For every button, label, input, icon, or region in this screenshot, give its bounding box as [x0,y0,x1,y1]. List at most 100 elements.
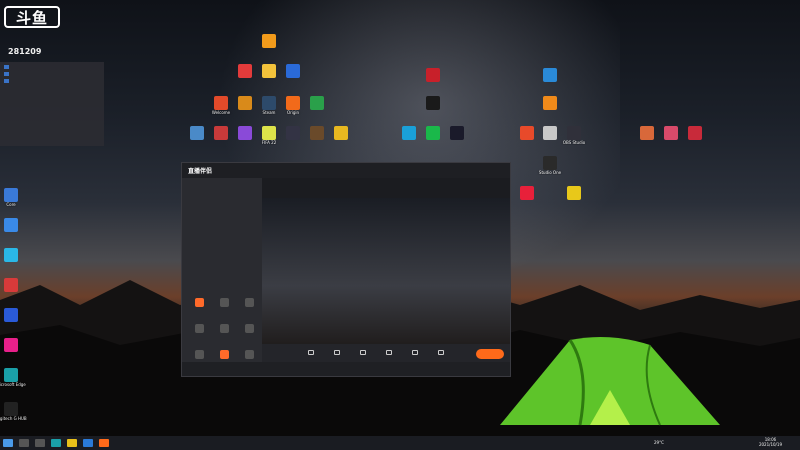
tool-icon [194,298,204,307]
tool-button[interactable] [213,324,235,333]
tool-icon [244,298,254,307]
control-icon [360,350,366,355]
app-icon [262,64,276,78]
desktop-icon[interactable] [0,248,28,262]
desktop-icon-label: Studio One [538,170,562,175]
desktop-icon[interactable] [557,186,591,200]
panel-row[interactable] [4,78,100,83]
control-button[interactable] [432,350,450,356]
explorer-icon[interactable] [67,439,77,447]
desktop-icon[interactable]: Studio One [533,156,567,175]
tool-button[interactable] [213,350,235,359]
app-taskbar-icon[interactable] [99,439,109,447]
desktop-icon[interactable] [440,126,474,140]
tool-icon [194,350,204,359]
app-icon [4,338,18,352]
stream-preview[interactable] [262,198,510,358]
search-icon[interactable] [19,439,29,447]
tool-button[interactable] [188,298,210,307]
app-icon [640,126,654,140]
app-left-panel [182,178,262,362]
desktop-icon[interactable] [0,278,28,292]
taskbar-clock[interactable]: 18:06 2021/10/19 [759,437,782,447]
desktop-icon[interactable] [252,34,286,48]
control-bar [262,344,510,362]
desktop-icon[interactable] [0,308,28,322]
control-button[interactable] [354,350,372,356]
store-icon[interactable] [83,439,93,447]
tool-icon [219,324,229,333]
tool-button[interactable] [188,324,210,333]
taskbar [0,436,800,450]
task-view-icon[interactable] [35,439,45,447]
start-icon[interactable] [3,439,13,447]
app-icon [262,96,276,110]
tool-icon [244,324,254,333]
control-icon [308,350,314,355]
app-icon [450,126,464,140]
app-icon [426,126,440,140]
tool-icon [194,324,204,333]
control-button[interactable] [380,350,398,356]
tool-button[interactable] [238,350,260,359]
tool-icon [244,350,254,359]
tool-button[interactable] [188,350,210,359]
app-icon [334,126,348,140]
desktop-icon-label: Microsoft Edge [0,382,26,387]
app-icon [543,96,557,110]
app-status-bar [182,362,510,376]
desktop-icon[interactable]: Logitech G HUB [0,402,28,421]
tool-button[interactable] [238,324,260,333]
app-icon [262,34,276,48]
row-badge-icon [4,79,9,83]
clock-date: 2021/10/19 [758,442,782,447]
app-icon [214,126,228,140]
control-button[interactable] [328,350,346,356]
app-icon [426,96,440,110]
app-titlebar[interactable]: 直播伴侣 [182,163,510,178]
desktop-icon[interactable] [0,218,28,232]
desktop-icon[interactable] [533,68,567,82]
notification-panel [0,62,104,146]
app-icon [567,126,581,140]
desktop-icon[interactable]: Microsoft Edge [0,368,28,387]
desktop-icon[interactable] [678,126,712,140]
desktop-icon[interactable] [324,126,358,140]
room-number: 281209 [8,47,42,56]
desktop-icon[interactable] [510,186,544,200]
douyu-watermark-logo: 斗鱼 [4,6,60,28]
livestream-app-window: 直播伴侣 [181,162,511,377]
desktop-icon[interactable] [0,338,28,352]
app-icon [520,186,534,200]
desktop-icon[interactable] [416,96,450,110]
desktop-icon[interactable]: Core [0,188,28,207]
weather-widget[interactable]: 29°C [654,440,664,445]
desktop-icon[interactable] [300,96,334,110]
edge-icon[interactable] [51,439,61,447]
app-icon [664,126,678,140]
desktop-icon-label: FIFA 22 [261,140,277,145]
panel-row[interactable] [4,71,100,76]
app-icon [4,188,18,202]
app-icon [310,126,324,140]
control-button[interactable] [406,350,424,356]
app-icon [286,126,300,140]
tool-button[interactable] [213,298,235,307]
control-icon [334,350,340,355]
start-stream-button[interactable] [476,349,504,359]
desktop-icon[interactable]: OBS Studio [557,126,591,145]
tool-icon [219,350,229,359]
app-icon [4,308,18,322]
control-button[interactable] [302,350,320,356]
desktop-icon[interactable] [533,96,567,110]
app-icon [214,96,228,110]
app-icon [4,248,18,262]
app-icon [426,68,440,82]
panel-row[interactable] [4,64,100,69]
app-main-area [262,178,510,362]
tool-button[interactable] [238,298,260,307]
desktop-icon[interactable] [276,64,310,78]
desktop-icon[interactable] [416,68,450,82]
desktop-icon-label: OBS Studio [562,140,586,145]
desktop-icon-label: Origin [286,110,300,115]
